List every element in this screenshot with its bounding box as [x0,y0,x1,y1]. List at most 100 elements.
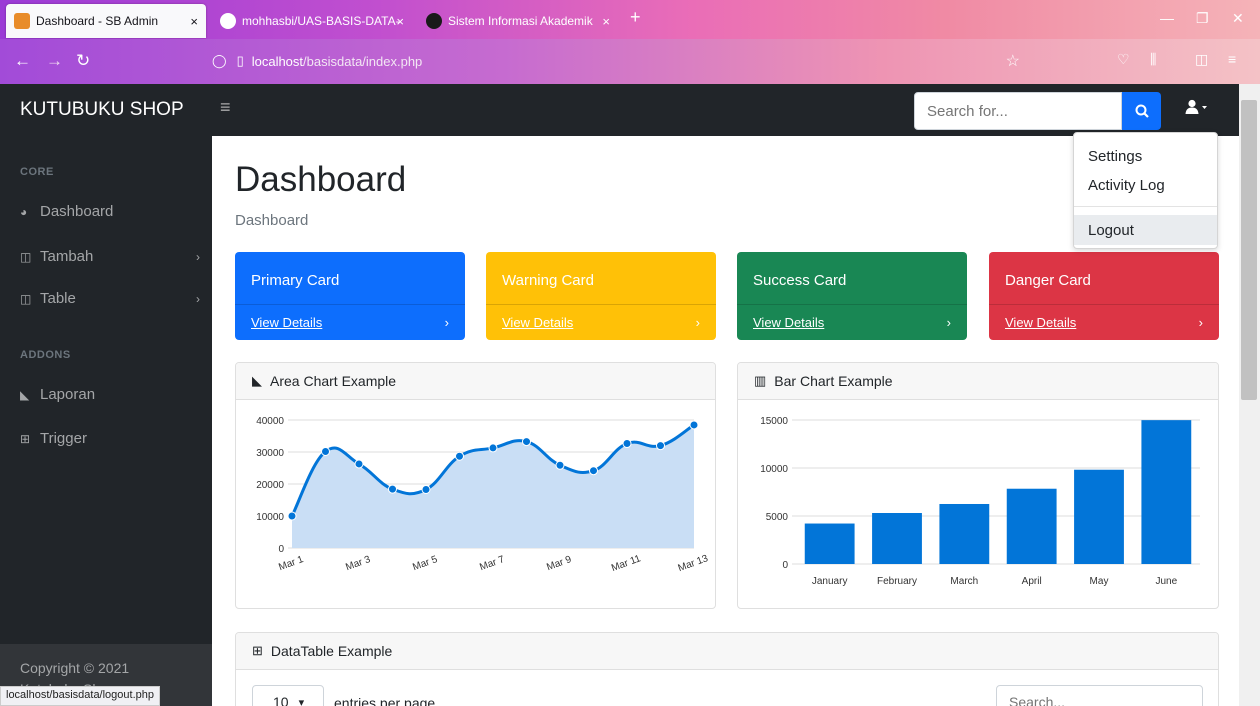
data-point [488,443,498,453]
data-point [656,441,665,451]
chevron-down-icon: ▾ [298,696,305,706]
card-footer[interactable]: View Details › [235,304,465,340]
panel-header: ▥ Bar Chart Example [738,363,1218,400]
tab-title: Dashboard - SB Admin [36,14,159,28]
browser-tab-akademik[interactable]: Sistem Informasi Akademik × [418,4,618,38]
page-title: Dashboard [235,160,407,199]
browser-tab-github[interactable]: mohhasbi/UAS-BASIS-DATA- × [212,4,412,38]
navbar-search [914,92,1161,130]
menu-item-activity-log[interactable]: Activity Log [1074,170,1217,200]
x-tick-label: Mar 3 [344,554,372,573]
x-tick-label: Mar 13 [677,553,710,574]
sidebar-item-label: Tambah [40,248,94,265]
scrollbar-thumb[interactable] [1241,100,1257,400]
data-point [622,439,632,449]
back-icon[interactable]: ← [14,51,31,71]
card-title: Success Card [753,272,847,289]
x-tick-label: Mar 9 [545,554,573,573]
card-title: Primary Card [251,272,340,289]
bar [804,523,855,564]
x-tick-label: March [950,576,978,587]
sidebar-toggle-icon[interactable]: ≡ [220,97,231,118]
menu-icon[interactable]: ≡ [1228,51,1236,67]
area-chart-panel: ◣ Area Chart Example 0 10000 20000 30000 4000… [235,362,716,609]
card-footer[interactable]: View Details › [486,304,716,340]
data-point [287,511,297,521]
bar [1141,420,1192,564]
user-icon [1185,99,1207,114]
restore-icon[interactable]: ❐ [1196,10,1209,27]
panel-header: ⊞ DataTable Example [236,633,1218,670]
success-card: Success Card View Details › [737,252,967,340]
page-icon: ▯ [236,53,244,68]
data-point [455,451,464,461]
sidebar-item-label: Table [40,290,76,307]
panel-title: DataTable Example [270,643,393,659]
chevron-right-icon: › [946,315,951,330]
view-details-link[interactable]: View Details [502,315,573,330]
menu-divider [1074,206,1217,207]
browser-tab-dashboard[interactable]: Dashboard - SB Admin × [6,4,206,38]
y-tick-label: 5000 [766,512,789,523]
reload-icon[interactable]: ↻ [76,51,90,71]
sidebar-item-label: Laporan [40,386,96,403]
sidebar-item-trigger[interactable]: ⊞ Trigger [20,430,200,447]
url-bar[interactable]: ◯ ▯ localhost/basisdata/index.php ☆ [212,45,1032,77]
panel-title: Area Chart Example [270,373,397,389]
view-details-link[interactable]: View Details [251,315,322,330]
sidebar-toggle-icon[interactable]: ◫ [1195,51,1208,68]
tachometer-icon: ◕ [20,204,28,219]
search-button[interactable] [1122,92,1161,130]
bookmark-star-icon[interactable]: ☆ [1006,51,1020,71]
card-footer[interactable]: View Details › [737,304,967,340]
new-tab-button[interactable]: + [630,7,641,28]
close-window-icon[interactable]: ✕ [1232,10,1244,27]
x-tick-label: April [1022,576,1042,587]
navbar-brand[interactable]: KUTUBUKU SHOP [20,99,184,121]
sidebar: CORE ◕ Dashboard ◫ Tambah › ◫ Table › AD… [0,136,212,706]
breadcrumb: Dashboard [235,212,309,229]
url-path: /basisdata/index.php [303,53,423,69]
minimize-icon[interactable]: — [1160,10,1174,26]
user-dropdown-toggle[interactable] [1185,99,1209,119]
close-tab-icon[interactable]: × [190,14,198,29]
y-tick-label: 0 [278,544,284,555]
library-icon[interactable]: ⫼ [1150,51,1156,68]
card-footer[interactable]: View Details › [989,304,1219,340]
close-tab-icon[interactable]: × [602,14,610,29]
table-icon: ⊞ [20,431,31,446]
data-point [388,484,397,494]
sidebar-item-dashboard[interactable]: ◕ Dashboard [20,203,200,220]
columns-icon: ◫ [20,291,32,306]
search-input[interactable] [914,92,1122,130]
table-search-input[interactable] [996,685,1203,706]
sidebar-item-tambah[interactable]: ◫ Tambah › [20,248,200,265]
sidebar-item-table[interactable]: ◫ Table › [20,290,200,307]
columns-icon: ◫ [20,249,32,264]
data-point [522,437,531,447]
sidebar-heading-core: CORE [20,166,54,178]
chevron-right-icon: › [444,315,449,330]
menu-item-settings[interactable]: Settings [1074,141,1217,171]
view-details-link[interactable]: View Details [1005,315,1076,330]
menu-item-logout[interactable]: Logout [1074,215,1217,245]
close-tab-icon[interactable]: × [396,14,404,29]
browser-tab-bar: Dashboard - SB Admin × mohhasbi/UAS-BASI… [0,0,1260,39]
data-point [589,466,598,476]
forward-icon[interactable]: → [46,51,63,71]
graduation-cap-icon [426,13,442,29]
bar-chart-icon: ▥ [754,373,767,388]
chevron-right-icon: › [1198,315,1203,330]
data-point [354,459,364,469]
entries-select[interactable]: 10 ▾ [252,685,324,706]
pocket-icon[interactable]: ♡ [1117,51,1130,68]
view-details-link[interactable]: View Details [753,315,824,330]
sidebar-item-laporan[interactable]: ◣ Laporan [20,386,200,403]
danger-card: Danger Card View Details › [989,252,1219,340]
bar [1006,488,1057,564]
data-point [421,484,431,494]
bar [872,513,922,564]
bar-chart-panel: ▥ Bar Chart Example 0 5000 10000 15000 Januar… [737,362,1219,609]
bar [939,503,990,564]
bar [1074,469,1124,564]
